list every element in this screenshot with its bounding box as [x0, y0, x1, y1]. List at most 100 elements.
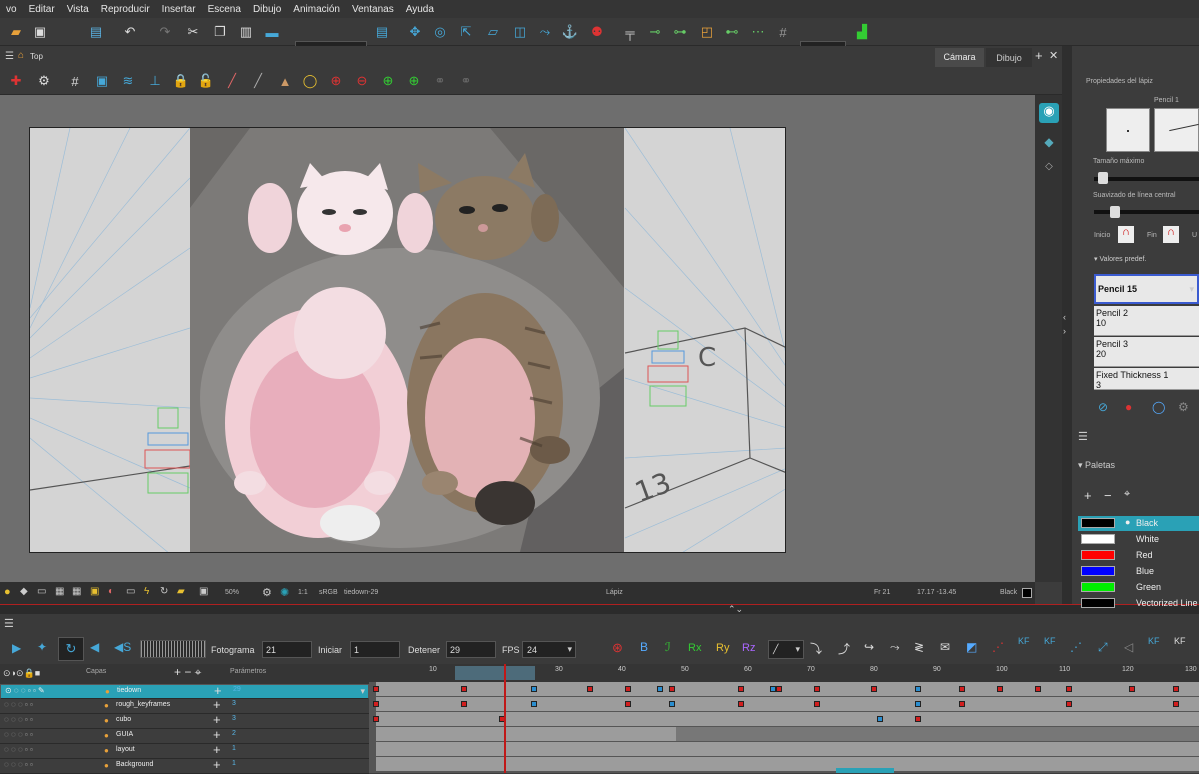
expand-param-icon[interactable]: +	[213, 712, 221, 727]
open-icon[interactable]: ▰	[6, 22, 26, 42]
menu-ventanas[interactable]: Ventanas	[346, 4, 400, 15]
pencil-mode-icon[interactable]: ✚	[6, 71, 26, 91]
zoom-level[interactable]: 50%	[225, 589, 239, 596]
playback-speed-slider[interactable]	[140, 640, 206, 658]
layer-row-background[interactable]: ◌ ◌ ◌ ▫ ▫ ● Background +1	[0, 757, 369, 774]
timeline-scrollbar[interactable]	[836, 768, 894, 773]
keyframe[interactable]	[959, 701, 965, 707]
ease-in-icon[interactable]: ⤵	[810, 640, 822, 657]
play-range[interactable]	[455, 666, 535, 680]
keyframe[interactable]	[531, 686, 537, 692]
keyframe[interactable]	[669, 701, 675, 707]
color-wheel-icon[interactable]: ✺	[280, 586, 289, 599]
hamburger-icon[interactable]: ☰	[5, 51, 14, 62]
workspace-icon[interactable]: ▤	[372, 22, 392, 42]
timeline-menu-icon[interactable]: ☰	[4, 617, 14, 630]
play-icon[interactable]: ▶	[12, 641, 21, 655]
rename-preset-icon[interactable]: ◯	[1152, 400, 1165, 414]
maintain-size-icon[interactable]: ◫	[510, 22, 530, 42]
keyframe[interactable]	[1173, 686, 1179, 692]
menu-archivo[interactable]: vo	[0, 4, 23, 15]
tab-dibujo[interactable]: Dibujo	[986, 48, 1032, 67]
stop-field[interactable]: 29	[446, 641, 496, 658]
start-field[interactable]: 1	[350, 641, 400, 658]
new-preset-icon[interactable]: ⊘	[1098, 400, 1108, 414]
spline-key-icon[interactable]: ⋰	[1070, 640, 1082, 654]
layer-row-guia[interactable]: ◌ ◌ ◌ ▫ ▫ ● GUIA +2	[0, 727, 369, 744]
keyframe[interactable]	[531, 701, 537, 707]
envelope-key-icon[interactable]: ✉	[940, 640, 950, 654]
eye-icon[interactable]: ◉	[1039, 103, 1059, 123]
start-cap-icon[interactable]: ∩	[1118, 226, 1134, 243]
close-icon[interactable]: ✕	[1049, 49, 1058, 62]
fps-select[interactable]: 24	[522, 641, 576, 658]
gear-icon[interactable]: ⚙	[262, 586, 272, 599]
keyframe[interactable]	[373, 686, 379, 692]
measure-icon[interactable]: ╱	[248, 71, 268, 91]
keyframe[interactable]	[625, 686, 631, 692]
onion-icon[interactable]: ≋	[118, 71, 138, 91]
layer-stack-icon[interactable]: ◆	[1039, 135, 1059, 153]
keyframe[interactable]	[373, 701, 379, 707]
keyframe[interactable]	[770, 686, 776, 692]
key-shift-icon[interactable]: ⤢	[1098, 640, 1108, 655]
layer-toggles-icon[interactable]: ⊙◑⊙🔒■	[3, 668, 40, 679]
safe-frame-icon[interactable]: ▭	[37, 586, 46, 597]
rotate-y-button[interactable]: Ry	[716, 642, 729, 654]
rotate-view-icon[interactable]: ↻	[160, 586, 168, 597]
keyframe[interactable]	[1066, 701, 1072, 707]
loop-icon[interactable]: ↻	[58, 637, 84, 661]
camera-icon[interactable]: ▣	[199, 586, 208, 597]
timeline-row-rough-keyframes[interactable]	[376, 697, 1199, 712]
render-icon[interactable]: ▰	[177, 586, 185, 597]
ease-out-icon[interactable]: ⤴	[838, 640, 850, 657]
keyframe[interactable]	[657, 686, 663, 692]
color-picker-icon[interactable]: ⌖	[1124, 488, 1130, 501]
palette-menu-icon[interactable]: ☰	[1078, 430, 1088, 443]
preset-pencil-2[interactable]: Pencil 2 10	[1094, 306, 1199, 336]
play-selection-icon[interactable]: ✦	[37, 640, 47, 654]
zigzag-icon[interactable]: ≷	[914, 640, 924, 654]
ease-icon[interactable]: ℐ	[665, 640, 671, 654]
menu-vista[interactable]: Vista	[61, 4, 95, 15]
menu-reproducir[interactable]: Reproducir	[95, 4, 156, 15]
last-keyframe-button[interactable]: KF	[1174, 636, 1186, 646]
layer-row-rough-keyframes[interactable]: ◌ ◌ ◌ ▫ ▫ ● rough_keyframes +3	[0, 697, 369, 714]
unlock-icon[interactable]: 🔓	[196, 71, 216, 91]
keyframe[interactable]	[959, 686, 965, 692]
palette-color-black[interactable]: Black ●	[1078, 516, 1199, 531]
timeline-row-background[interactable]	[376, 757, 1199, 772]
undo-icon[interactable]: ↶	[120, 22, 140, 42]
remove-peg-icon[interactable]: ⊕	[404, 71, 424, 91]
keyframe[interactable]	[997, 686, 1003, 692]
palette-color-vectorized-line[interactable]: Vectorized Line	[1078, 596, 1199, 611]
redo-icon[interactable]: ↷	[155, 22, 175, 42]
keyframe[interactable]	[915, 686, 921, 692]
bulb-icon[interactable]: ●	[4, 586, 11, 598]
timeline-row-guia[interactable]	[376, 727, 1199, 742]
add-color-icon[interactable]: +	[1084, 488, 1092, 503]
bone-right-icon[interactable]: ⚭	[456, 71, 476, 91]
keyframe[interactable]	[1129, 686, 1135, 692]
keyframe[interactable]	[776, 686, 782, 692]
camera-key-icon[interactable]: ◩	[966, 640, 977, 654]
menu-ayuda[interactable]: Ayuda	[400, 4, 440, 15]
pipe-icon[interactable]: ▟	[852, 22, 872, 42]
scale-icon[interactable]: ⇱	[456, 22, 476, 42]
add-drawing-icon[interactable]: ⊕	[326, 71, 346, 91]
preset-pencil-1[interactable]: Pencil 15	[1094, 274, 1199, 304]
curve-icon[interactable]: ⊶	[670, 22, 690, 42]
grid-small-icon[interactable]: ▦	[55, 586, 64, 597]
interpolation-select[interactable]: ╱	[768, 640, 804, 659]
pencil-stroke-preview[interactable]	[1154, 108, 1199, 152]
prev-key-icon[interactable]: ◁	[1124, 640, 1133, 654]
transform-icon[interactable]: ✥	[405, 22, 425, 42]
keyframe[interactable]	[461, 701, 467, 707]
settings-icon[interactable]: ⚙	[34, 71, 54, 91]
remove-color-icon[interactable]: −	[1104, 488, 1112, 503]
menu-animacion[interactable]: Animación	[287, 4, 346, 15]
keyframe[interactable]	[1066, 686, 1072, 692]
collapse-left-icon[interactable]: ‹	[1063, 312, 1066, 322]
max-size-slider[interactable]	[1094, 177, 1199, 181]
rotate-x-button[interactable]: Rx	[688, 642, 701, 654]
